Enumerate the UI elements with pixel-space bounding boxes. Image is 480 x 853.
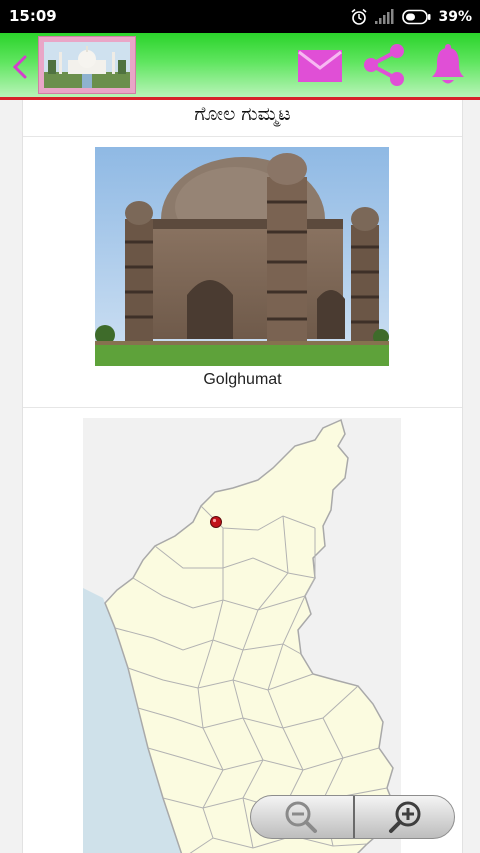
zoom-out-icon xyxy=(285,801,317,833)
notification-button[interactable] xyxy=(426,42,470,88)
gol-gumbaz-photo[interactable] xyxy=(95,147,389,366)
mail-icon xyxy=(298,50,342,82)
mail-button[interactable] xyxy=(296,46,344,86)
signal-icon xyxy=(375,9,394,24)
battery-percent: 39% xyxy=(438,9,472,25)
zoom-control xyxy=(250,795,455,839)
location-marker xyxy=(210,516,222,528)
battery-icon xyxy=(402,9,431,25)
title-row: ಗೋಲ ಗುಮ್ಮಟ xyxy=(23,100,462,137)
status-bar: 15:09 39% xyxy=(0,0,480,33)
app-logo-thumbnail[interactable] xyxy=(38,36,136,94)
share-icon xyxy=(364,44,404,86)
photo-caption: Golghumat xyxy=(203,371,282,388)
status-icons: 39% xyxy=(350,6,472,28)
zoom-out-button[interactable] xyxy=(251,796,351,838)
zoom-in-icon xyxy=(389,801,421,833)
back-icon xyxy=(12,55,27,79)
back-button[interactable] xyxy=(8,50,32,84)
bell-icon xyxy=(432,44,464,84)
photo-row: Golghumat xyxy=(23,137,462,408)
taj-mahal-logo xyxy=(44,42,130,88)
alarm-icon xyxy=(351,8,367,25)
monument-title: ಗೋಲ ಗುಮ್ಮಟ xyxy=(194,103,291,125)
status-time: 15:09 xyxy=(9,7,57,25)
zoom-in-button[interactable] xyxy=(355,796,454,838)
share-button[interactable] xyxy=(360,42,408,88)
karnataka-location-map[interactable] xyxy=(83,418,401,853)
content-panel: ಗೋಲ ಗುಮ್ಮಟ Golghumat xyxy=(22,100,463,853)
map-row xyxy=(23,408,462,853)
